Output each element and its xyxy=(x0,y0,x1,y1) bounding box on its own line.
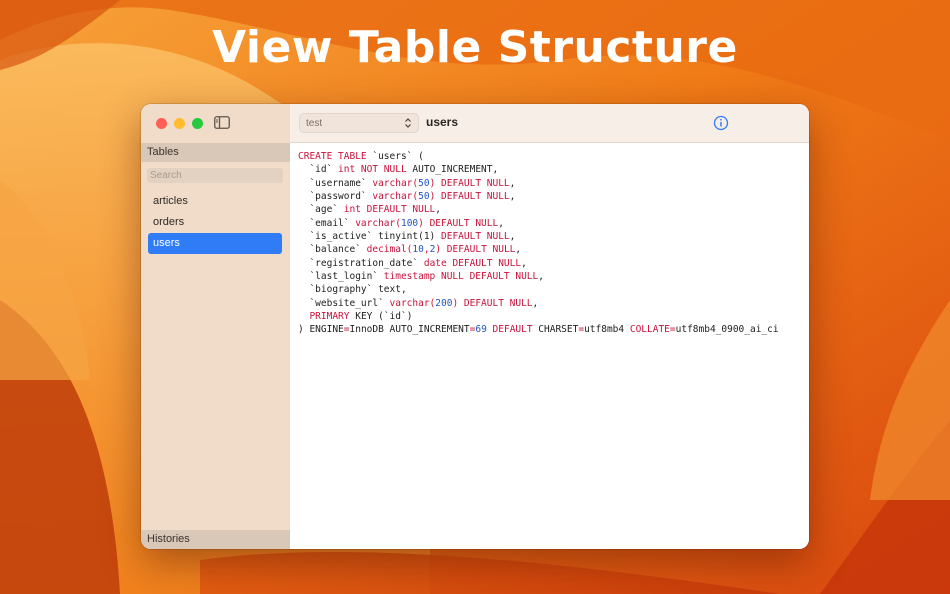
sql-line: `password` varchar(50) DEFAULT NULL, xyxy=(298,190,779,203)
sql-line: `last_login` timestamp NULL DEFAULT NULL… xyxy=(298,270,779,283)
sql-line: `username` varchar(50) DEFAULT NULL, xyxy=(298,177,779,190)
sql-token: ) DEFAULT NULL xyxy=(429,177,510,189)
table-item-users[interactable]: users xyxy=(148,233,282,254)
app-window: Tables Search articles orders users Hist… xyxy=(141,104,809,549)
sql-token: int DEFAULT NULL xyxy=(343,204,436,216)
sql-token: 10 xyxy=(412,244,424,256)
search-input[interactable]: Search xyxy=(147,168,283,183)
sql-line: PRIMARY KEY (`id`) xyxy=(298,310,779,323)
sql-line: `is_active` tinyint(1) DEFAULT NULL, xyxy=(298,230,779,243)
sql-token: `last_login` xyxy=(298,271,384,283)
sql-token: decimal( xyxy=(366,244,413,256)
sql-token: timestamp NULL DEFAULT NULL xyxy=(383,271,539,283)
sql-token: 50 xyxy=(418,177,430,189)
sql-token: , xyxy=(509,231,516,243)
sql-token: COLLATE xyxy=(629,324,670,336)
main-panel: test users CREATE TABLE `users` (`id` i… xyxy=(290,104,809,549)
toolbar: test users xyxy=(290,104,809,143)
sql-token: , xyxy=(515,244,522,256)
chevron-updown-icon xyxy=(405,118,411,128)
sql-token: `is_active` tinyint(1) xyxy=(298,231,441,243)
sql-token: , xyxy=(538,271,544,283)
sql-token: ) DEFAULT NULL xyxy=(418,217,499,229)
sql-token: 200 xyxy=(435,297,453,309)
histories-section-header[interactable]: Histories xyxy=(141,530,290,549)
sql-token: , xyxy=(509,177,516,189)
sql-token: 69 xyxy=(475,324,487,336)
sql-token: 100 xyxy=(400,217,419,229)
sql-token: `id` xyxy=(298,164,339,176)
sql-token: `balance` xyxy=(298,244,367,256)
sql-token: , xyxy=(521,257,527,269)
database-select[interactable]: test xyxy=(299,113,419,133)
sidebar: Tables Search articles orders users Hist… xyxy=(141,104,291,549)
sidebar-toggle-icon[interactable] xyxy=(214,116,230,129)
minimize-button[interactable] xyxy=(174,118,185,129)
close-button[interactable] xyxy=(156,118,167,129)
sql-token: , xyxy=(509,191,516,203)
sql-line: CREATE TABLE `users` ( xyxy=(298,150,779,163)
sql-token: `age` xyxy=(298,204,344,216)
sql-token: date DEFAULT NULL xyxy=(423,257,522,269)
sql-token: ) DEFAULT NULL xyxy=(452,297,533,309)
info-icon[interactable] xyxy=(713,115,729,131)
sql-line: `registration_date` date DEFAULT NULL, xyxy=(298,257,779,270)
table-list: articles orders users xyxy=(148,191,282,254)
sql-token: KEY (`id`) xyxy=(349,311,413,323)
sql-token: `username` xyxy=(298,177,373,189)
sql-token: CREATE TABLE xyxy=(298,151,367,162)
zoom-button[interactable] xyxy=(192,118,203,129)
page-headline: View Table Structure xyxy=(212,22,738,73)
sql-line: `website_url` varchar(200) DEFAULT NULL, xyxy=(298,297,779,310)
sql-line: ) ENGINE=InnoDB AUTO_INCREMENT=69 DEFAUL… xyxy=(298,323,779,336)
sql-token: , xyxy=(532,297,539,309)
sql-token: PRIMARY xyxy=(309,311,350,323)
sql-line: `id` int NOT NULL AUTO_INCREMENT, xyxy=(298,163,779,176)
tables-section-header: Tables xyxy=(141,143,290,162)
sql-token: ) ENGINE xyxy=(298,324,344,336)
sql-token: `website_url` xyxy=(298,297,390,309)
sql-token: varchar( xyxy=(372,191,419,203)
sql-token: varchar( xyxy=(389,297,436,309)
table-title: users xyxy=(426,115,459,129)
sql-token: , xyxy=(435,204,442,216)
sql-line: `email` varchar(100) DEFAULT NULL, xyxy=(298,217,779,230)
sql-token: DEFAULT NULL xyxy=(441,231,510,243)
sql-token: AUTO_INCREMENT, xyxy=(406,164,499,176)
sql-token: `users` ( xyxy=(366,151,424,162)
sql-token: `password` xyxy=(298,191,373,203)
sql-token: ) DEFAULT NULL xyxy=(435,244,516,256)
sql-token: utf8mb4_0900_ai_ci xyxy=(675,324,779,336)
sql-token: `email` xyxy=(298,217,356,229)
sql-token: `registration_date` xyxy=(298,257,424,269)
sql-token: ) DEFAULT NULL xyxy=(429,191,510,203)
sql-token: `biography` text, xyxy=(298,284,407,296)
sql-token: 50 xyxy=(418,191,430,203)
sql-token: int NOT NULL xyxy=(338,164,407,176)
table-item-orders[interactable]: orders xyxy=(148,212,282,233)
sql-create-statement: CREATE TABLE `users` ( `id` int NOT NULL… xyxy=(298,150,779,337)
sql-token: varchar( xyxy=(372,177,419,189)
sql-token: InnoDB AUTO_INCREMENT xyxy=(349,324,470,336)
window-controls xyxy=(156,118,203,129)
sql-token: CHARSET xyxy=(532,324,579,336)
sql-token: varchar( xyxy=(355,217,401,229)
sql-line: `age` int DEFAULT NULL, xyxy=(298,203,779,216)
table-item-articles[interactable]: articles xyxy=(148,191,282,212)
database-select-value: test xyxy=(306,118,323,129)
sql-line: `balance` decimal(10,2) DEFAULT NULL, xyxy=(298,243,779,256)
sql-token: utf8mb4 xyxy=(584,324,630,336)
sql-line: `biography` text, xyxy=(298,283,779,296)
sql-token: , xyxy=(498,217,504,229)
sql-token: DEFAULT xyxy=(492,324,533,336)
